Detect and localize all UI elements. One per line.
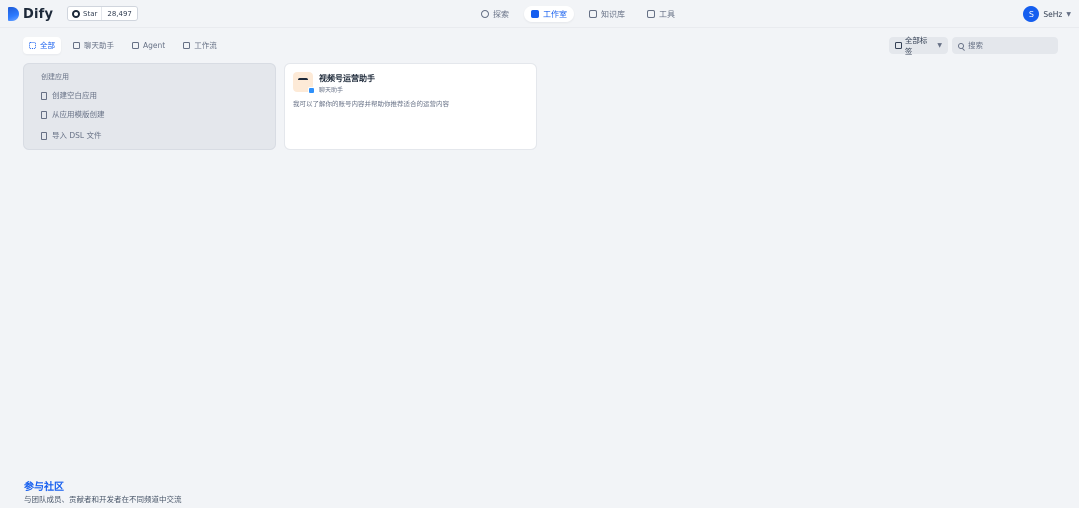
- chevron-down-icon: ▼: [1066, 10, 1071, 18]
- star-label-area: Star: [68, 7, 101, 20]
- app-avatar-icon: [293, 72, 315, 94]
- tag-filter-dropdown[interactable]: 全部标签 ▼: [889, 35, 948, 56]
- nav-label: 工具: [659, 9, 675, 19]
- studio-icon: [531, 10, 539, 18]
- book-icon: [589, 10, 597, 18]
- github-star-button[interactable]: Star 28,497: [67, 6, 138, 21]
- app-card[interactable]: 视频号运营助手 聊天助手 我可以了解你的账号内容并帮助你推荐适合的运营内容: [284, 63, 537, 150]
- footer-title: 参与社区: [24, 482, 64, 493]
- search-icon: [958, 42, 964, 49]
- grid-icon: [29, 42, 36, 49]
- tab-label: Agent: [143, 41, 166, 50]
- star-label: Star: [83, 9, 98, 18]
- account-name: SeHz: [1043, 9, 1063, 19]
- create-app-title: 创建应用: [41, 73, 69, 81]
- account-menu[interactable]: S SeHz ▼: [1023, 5, 1071, 23]
- compass-icon: [481, 10, 489, 18]
- create-item-label: 创建空白应用: [52, 91, 97, 100]
- create-blank-app-button[interactable]: 创建空白应用: [41, 89, 265, 102]
- community-footer: 参与社区 与团队成员、贡献者和开发者在不同频道中交流: [24, 478, 182, 505]
- tag-filter-label: 全部标签: [904, 35, 928, 56]
- import-dsl-button[interactable]: 导入 DSL 文件: [41, 129, 265, 142]
- import-file-icon: [41, 131, 47, 140]
- nav-label: 知识库: [601, 9, 625, 19]
- logo-mark-icon: [8, 7, 19, 21]
- tool-icon: [647, 10, 655, 18]
- top-navigation-bar: Dify Star 28,497 探索 工作室 知识库 工具 S SeHz ▼: [0, 0, 1079, 28]
- agent-icon: [132, 42, 139, 49]
- app-card-meta: 视频号运营助手 聊天助手: [319, 72, 375, 94]
- tab-agent[interactable]: Agent: [126, 37, 171, 54]
- chevron-down-icon: ▼: [937, 42, 942, 49]
- chat-badge-icon: [308, 87, 315, 94]
- nav-label: 工作室: [543, 9, 567, 19]
- workflow-icon: [183, 42, 191, 49]
- app-type-tabs: 全部 聊天助手 Agent 工作流: [23, 37, 223, 54]
- create-item-label: 从应用模版创建: [52, 110, 105, 119]
- tag-icon: [895, 42, 902, 49]
- app-card-header: 视频号运营助手 聊天助手: [293, 72, 528, 94]
- logo-text: Dify: [23, 6, 54, 22]
- main-nav: 探索 工作室 知识库 工具: [474, 6, 682, 22]
- chat-icon: [73, 42, 80, 49]
- app-title: 视频号运营助手: [319, 74, 375, 83]
- star-count: 28,497: [101, 7, 137, 20]
- template-icon: [41, 110, 47, 119]
- create-from-template-button[interactable]: 从应用模版创建: [41, 108, 265, 121]
- app-description: 我可以了解你的账号内容并帮助你推荐适合的运营内容: [293, 100, 449, 108]
- app-type: 聊天助手: [319, 87, 344, 94]
- nav-tools[interactable]: 工具: [640, 6, 682, 22]
- github-icon: [72, 9, 80, 18]
- tab-label: 聊天助手: [84, 41, 114, 50]
- tab-label: 工作流: [194, 41, 217, 50]
- avatar-face-icon: [298, 78, 308, 84]
- avatar: S: [1023, 6, 1040, 22]
- footer-subtitle: 与团队成员、贡献者和开发者在不同频道中交流: [24, 495, 182, 504]
- nav-studio[interactable]: 工作室: [524, 6, 574, 22]
- nav-explore[interactable]: 探索: [474, 6, 516, 22]
- file-icon: [41, 91, 47, 100]
- dify-logo[interactable]: Dify: [8, 6, 53, 22]
- tab-workflow[interactable]: 工作流: [177, 37, 223, 54]
- search-box: [952, 37, 1058, 54]
- create-app-card: 创建应用 创建空白应用 从应用模版创建 导入 DSL 文件: [23, 63, 276, 150]
- nav-label: 探索: [493, 9, 509, 19]
- tab-label: 全部: [40, 41, 55, 50]
- tab-all[interactable]: 全部: [23, 37, 61, 54]
- search-input[interactable]: [968, 41, 1048, 50]
- create-item-label: 导入 DSL 文件: [52, 131, 102, 140]
- tab-chat-assistant[interactable]: 聊天助手: [67, 37, 120, 54]
- nav-knowledge[interactable]: 知识库: [582, 6, 632, 22]
